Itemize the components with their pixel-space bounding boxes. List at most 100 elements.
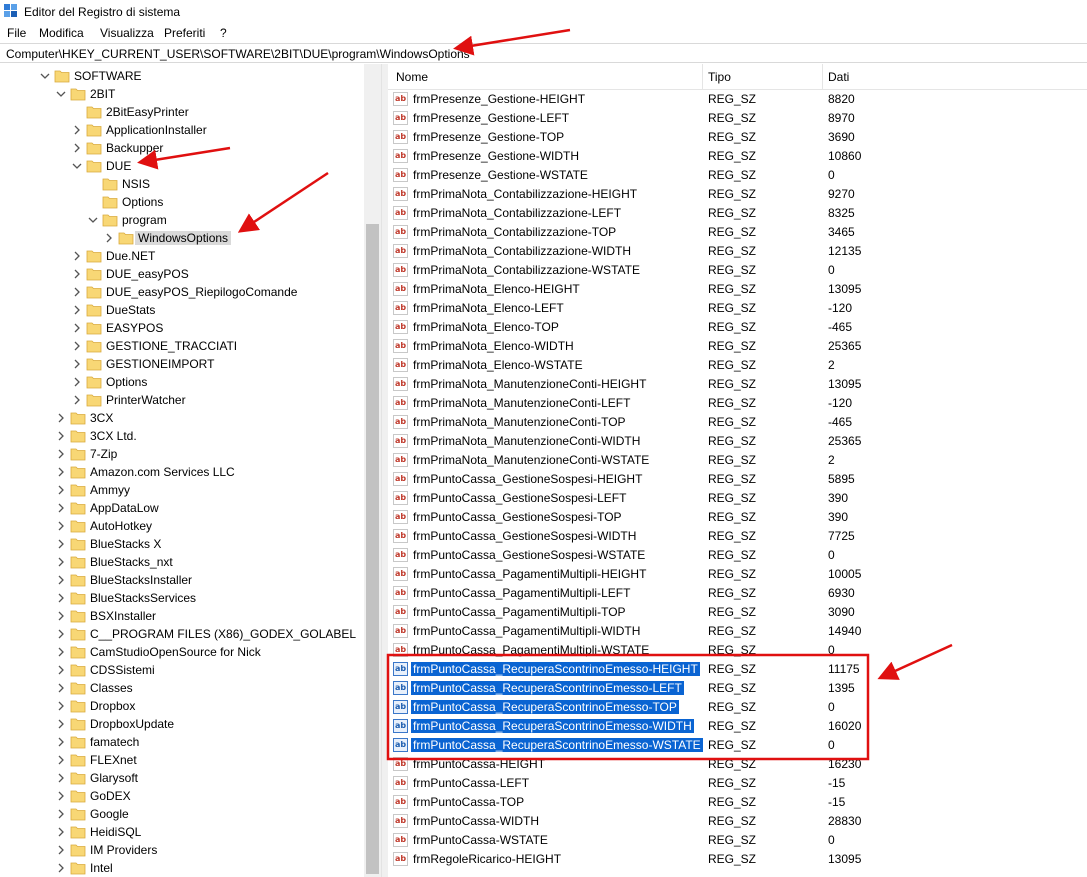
list-row[interactable]: ab frmPrimaNota_Contabilizzazione-TOP REG_… <box>388 223 1087 242</box>
chevron-right-icon[interactable] <box>56 682 66 694</box>
list-row[interactable]: ab frmPrimaNota_Contabilizzazione-HEIGHT R… <box>388 185 1087 204</box>
chevron-right-icon[interactable] <box>72 376 82 388</box>
list-row[interactable]: ab frmPuntoCassa-TOP REG_SZ -15 <box>388 793 1087 812</box>
list-row[interactable]: ab frmPuntoCassa-HEIGHT REG_SZ 16230 <box>388 755 1087 774</box>
chevron-right-icon[interactable] <box>72 304 82 316</box>
chevron-right-icon[interactable] <box>56 772 66 784</box>
tree-item[interactable]: Due.NET <box>0 247 364 265</box>
chevron-right-icon[interactable] <box>56 592 66 604</box>
chevron-right-icon[interactable] <box>56 448 66 460</box>
tree-item[interactable]: HeidiSQL <box>0 823 364 841</box>
chevron-right-icon[interactable] <box>72 286 82 298</box>
list-row[interactable]: ab frmPuntoCassa_GestioneSospesi-WIDTH REG… <box>388 527 1087 546</box>
chevron-right-icon[interactable] <box>56 754 66 766</box>
chevron-right-icon[interactable] <box>56 628 66 640</box>
list-row[interactable]: ab frmPrimaNota_Elenco-HEIGHT REG_SZ 13095 <box>388 280 1087 299</box>
list-row[interactable]: ab frmPuntoCassa_PagamentiMultipli-WIDTH R… <box>388 622 1087 641</box>
list-row[interactable]: ab frmPrimaNota_Elenco-WIDTH REG_SZ 25365 <box>388 337 1087 356</box>
tree-item[interactable]: DUE_easyPOS <box>0 265 364 283</box>
chevron-right-icon[interactable] <box>104 232 114 244</box>
tree-item[interactable]: DropboxUpdate <box>0 715 364 733</box>
chevron-right-icon[interactable] <box>56 412 66 424</box>
tree-item[interactable]: WindowsOptions <box>0 229 364 247</box>
tree-item[interactable]: IM Providers <box>0 841 364 859</box>
tree-item[interactable]: famatech <box>0 733 364 751</box>
list-row[interactable]: ab frmPresenze_Gestione-WSTATE REG_SZ 0 <box>388 166 1087 185</box>
list-row[interactable]: ab frmPrimaNota_ManutenzioneConti-LEFT REG… <box>388 394 1087 413</box>
list-row[interactable]: ab frmPuntoCassa_GestioneSospesi-TOP REG_S… <box>388 508 1087 527</box>
list-row[interactable]: ab frmPuntoCassa_RecuperaScontrinoEmesso-… <box>388 717 1087 736</box>
chevron-right-icon[interactable] <box>56 520 66 532</box>
tree-item[interactable]: FLEXnet <box>0 751 364 769</box>
chevron-down-icon[interactable] <box>88 214 98 226</box>
column-header-type[interactable]: Tipo <box>708 70 731 84</box>
list-row[interactable]: ab frmPuntoCassa-WSTATE REG_SZ 0 <box>388 831 1087 850</box>
tree-item[interactable]: C__PROGRAM FILES (X86)_GODEX_GOLABEL <box>0 625 364 643</box>
chevron-right-icon[interactable] <box>72 124 82 136</box>
chevron-right-icon[interactable] <box>56 718 66 730</box>
list-row[interactable]: ab frmPrimaNota_Elenco-LEFT REG_SZ -120 <box>388 299 1087 318</box>
chevron-right-icon[interactable] <box>56 538 66 550</box>
chevron-right-icon[interactable] <box>56 502 66 514</box>
list-row[interactable]: ab frmPrimaNota_Elenco-TOP REG_SZ -465 <box>388 318 1087 337</box>
list-row[interactable]: ab frmPresenze_Gestione-WIDTH REG_SZ 10860 <box>388 147 1087 166</box>
tree-item[interactable]: DueStats <box>0 301 364 319</box>
tree-item[interactable]: 2BitEasyPrinter <box>0 103 364 121</box>
list-row[interactable]: ab frmPuntoCassa-WIDTH REG_SZ 28830 <box>388 812 1087 831</box>
list-row[interactable]: ab frmPuntoCassa_GestioneSospesi-LEFT REG_… <box>388 489 1087 508</box>
chevron-right-icon[interactable] <box>72 268 82 280</box>
column-separator[interactable] <box>822 64 823 90</box>
list-row[interactable]: ab frmPuntoCassa_GestioneSospesi-WSTATE RE… <box>388 546 1087 565</box>
list-row[interactable]: ab frmPuntoCassa_GestioneSospesi-HEIGHT RE… <box>388 470 1087 489</box>
tree-item[interactable]: Options <box>0 193 364 211</box>
tree-item[interactable]: program <box>0 211 364 229</box>
tree-item[interactable]: EASYPOS <box>0 319 364 337</box>
chevron-right-icon[interactable] <box>56 484 66 496</box>
list-row[interactable]: ab frmPrimaNota_Contabilizzazione-LEFT REG… <box>388 204 1087 223</box>
tree-item[interactable]: GESTIONEIMPORT <box>0 355 364 373</box>
chevron-right-icon[interactable] <box>72 340 82 352</box>
tree-item[interactable]: 7-Zip <box>0 445 364 463</box>
chevron-down-icon[interactable] <box>72 160 82 172</box>
list-row[interactable]: ab frmPrimaNota_ManutenzioneConti-HEIGHT R… <box>388 375 1087 394</box>
tree-item[interactable]: 3CX Ltd. <box>0 427 364 445</box>
tree-item[interactable]: Amazon.com Services LLC <box>0 463 364 481</box>
chevron-right-icon[interactable] <box>72 358 82 370</box>
menu-modifica[interactable]: Modifica <box>39 26 84 40</box>
list-row[interactable]: ab frmPrimaNota_Contabilizzazione-WIDTH RE… <box>388 242 1087 261</box>
list-row[interactable]: ab frmPuntoCassa_RecuperaScontrinoEmesso-… <box>388 736 1087 755</box>
registry-tree[interactable]: SOFTWARE 2BIT 2BitEasyPrinter ApplicationIn… <box>0 64 382 877</box>
tree-item[interactable]: BSXInstaller <box>0 607 364 625</box>
chevron-right-icon[interactable] <box>56 844 66 856</box>
tree-item[interactable]: AppDataLow <box>0 499 364 517</box>
list-row[interactable]: ab frmPuntoCassa_RecuperaScontrinoEmesso-… <box>388 698 1087 717</box>
tree-item[interactable]: Options <box>0 373 364 391</box>
menu-file[interactable]: File <box>7 26 26 40</box>
menu-preferiti[interactable]: Preferiti <box>164 26 205 40</box>
list-row[interactable]: ab frmPuntoCassa_PagamentiMultipli-TOP REG… <box>388 603 1087 622</box>
tree-item[interactable]: 3CX <box>0 409 364 427</box>
chevron-right-icon[interactable] <box>56 466 66 478</box>
chevron-right-icon[interactable] <box>72 322 82 334</box>
tree-item[interactable]: AutoHotkey <box>0 517 364 535</box>
tree-item[interactable]: Classes <box>0 679 364 697</box>
chevron-right-icon[interactable] <box>56 646 66 658</box>
chevron-right-icon[interactable] <box>56 430 66 442</box>
list-row[interactable]: ab frmPuntoCassa_RecuperaScontrinoEmesso-… <box>388 679 1087 698</box>
column-separator[interactable] <box>702 64 703 90</box>
tree-item[interactable]: BlueStacks X <box>0 535 364 553</box>
chevron-right-icon[interactable] <box>56 610 66 622</box>
chevron-right-icon[interactable] <box>72 250 82 262</box>
chevron-down-icon[interactable] <box>40 70 50 82</box>
list-row[interactable]: ab frmPuntoCassa-LEFT REG_SZ -15 <box>388 774 1087 793</box>
chevron-right-icon[interactable] <box>56 556 66 568</box>
tree-item[interactable]: BlueStacks_nxt <box>0 553 364 571</box>
chevron-right-icon[interactable] <box>56 808 66 820</box>
tree-item[interactable]: Ammyy <box>0 481 364 499</box>
list-row[interactable]: ab frmPresenze_Gestione-TOP REG_SZ 3690 <box>388 128 1087 147</box>
tree-item[interactable]: GESTIONE_TRACCIATI <box>0 337 364 355</box>
tree-item[interactable]: Intel <box>0 859 364 877</box>
chevron-right-icon[interactable] <box>56 862 66 874</box>
list-row[interactable]: ab frmPuntoCassa_RecuperaScontrinoEmesso-… <box>388 660 1087 679</box>
list-row[interactable]: ab frmPrimaNota_Elenco-WSTATE REG_SZ 2 <box>388 356 1087 375</box>
